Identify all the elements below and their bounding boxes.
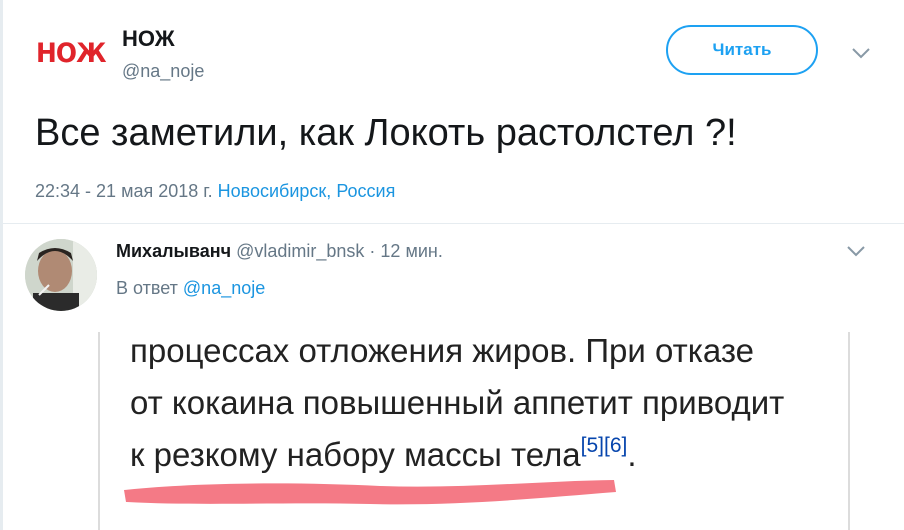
reply-to-label: В ответ [116, 278, 178, 298]
divider [0, 223, 904, 224]
tweet-meta: 22:34 - 21 мая 2018 г. Новосибирск, Росс… [35, 181, 395, 202]
follow-button[interactable]: Читать [666, 25, 818, 75]
author-logo[interactable]: НОЖ [36, 38, 106, 69]
attached-image[interactable]: процессах отложения жиров. При отказе от… [98, 332, 850, 530]
tweet-text: Все заметили, как Локоть растолстел ?! [35, 112, 737, 154]
author-name[interactable]: НОЖ [122, 26, 175, 52]
reply-author-name[interactable]: Михалыванч [116, 241, 231, 261]
citation-link: [5] [580, 434, 604, 457]
highlight-underline [124, 480, 616, 505]
image-text-fragment: к резкому набору массы тела [130, 436, 581, 473]
reply-context: В ответ @na_noje [116, 278, 265, 299]
author-handle[interactable]: @na_noje [122, 61, 204, 82]
chevron-down-icon[interactable] [850, 46, 872, 60]
reply-timestamp[interactable]: 12 мин. [380, 241, 442, 261]
image-text-line: от кокаина повышенный аппетит приводит [130, 384, 785, 421]
image-border-left [98, 332, 100, 530]
tweet-location[interactable]: Новосибирск, Россия [218, 181, 396, 201]
reply-author-handle[interactable]: @vladimir_bnsk [236, 241, 364, 261]
image-text-line: к резкому набору массы тела[5][6]. [130, 434, 637, 474]
avatar[interactable] [25, 239, 97, 311]
image-border-right [848, 332, 850, 530]
left-border [0, 0, 3, 530]
tweet-timestamp[interactable]: 22:34 - 21 мая 2018 г. [35, 181, 213, 201]
image-text-fragment: . [627, 436, 637, 473]
reply-header: Михалыванч @vladimir_bnsk · 12 мин. [116, 241, 443, 262]
citation-link: [6] [603, 434, 628, 457]
image-text-line: процессах отложения жиров. При отказе [130, 332, 754, 369]
separator-dot: · [369, 241, 376, 261]
reply-to-mention[interactable]: @na_noje [183, 278, 265, 298]
chevron-down-icon[interactable] [845, 244, 867, 258]
